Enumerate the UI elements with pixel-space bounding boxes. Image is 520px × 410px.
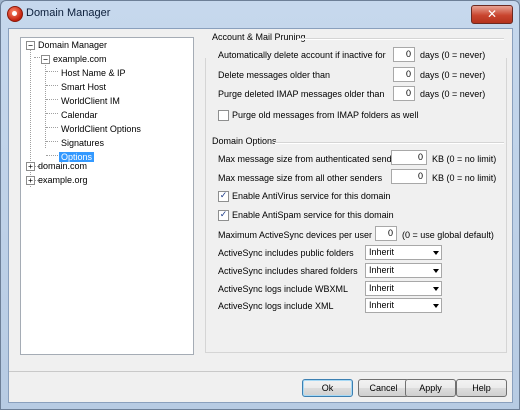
tree-root-toggle[interactable]: −	[26, 41, 35, 50]
chevron-down-icon	[433, 287, 439, 291]
delete-messages-unit: days (0 = never)	[420, 70, 486, 80]
purge-imap-days-input[interactable]: 0	[393, 86, 415, 101]
max-size-auth-input[interactable]: 0	[391, 150, 427, 165]
max-size-auth-unit: KB (0 = no limit)	[432, 154, 497, 164]
logs-wbxml-value: Inherit	[369, 283, 395, 293]
chevron-down-icon	[433, 269, 439, 273]
tree-item-worldclient-options[interactable]: WorldClient Options	[61, 123, 141, 136]
tree-item-example-org[interactable]: example.org	[38, 174, 88, 187]
inactive-account-label: Automatically delete account if inactive…	[218, 50, 386, 60]
purge-imap-folders-checkbox[interactable]	[218, 110, 229, 121]
max-size-other-label: Max message size from all other senders	[218, 173, 383, 183]
domain-options-group-title: Domain Options	[212, 136, 277, 146]
delete-messages-label: Delete messages older than	[218, 70, 331, 80]
tree-toggle-example-com[interactable]: −	[41, 55, 50, 64]
shared-folders-select[interactable]: Inherit	[365, 263, 442, 278]
chevron-down-icon	[433, 251, 439, 255]
public-folders-select[interactable]: Inherit	[365, 245, 442, 260]
delete-messages-days-input[interactable]: 0	[393, 67, 415, 82]
button-separator	[9, 371, 512, 372]
ok-button[interactable]: Ok	[302, 379, 353, 397]
inactive-days-input[interactable]: 0	[393, 47, 415, 62]
domain-manager-window: Domain Manager ✕ − Domain Manager − exam…	[0, 0, 520, 410]
max-devices-label: Maximum ActiveSync devices per user	[218, 230, 373, 240]
mdaemon-app-icon	[7, 6, 23, 22]
antivirus-checkbox[interactable]: ✓	[218, 191, 229, 202]
max-size-auth-label: Max message size from authenticated send…	[218, 154, 405, 164]
public-folders-label: ActiveSync includes public folders	[218, 248, 354, 258]
domain-tree[interactable]: − Domain Manager − example.com Host Name…	[20, 37, 194, 355]
chevron-down-icon	[433, 304, 439, 308]
title-bar[interactable]: Domain Manager ✕	[1, 1, 519, 27]
tree-toggle-domain-com[interactable]: +	[26, 162, 35, 171]
close-button[interactable]: ✕	[471, 5, 513, 24]
apply-button[interactable]: Apply	[405, 379, 456, 397]
max-devices-input[interactable]: 0	[375, 226, 397, 241]
cancel-button[interactable]: Cancel	[358, 379, 409, 397]
max-devices-unit: (0 = use global default)	[402, 230, 494, 240]
purge-imap-folders-label[interactable]: Purge old messages from IMAP folders as …	[232, 110, 418, 120]
tree-item-host-name-ip[interactable]: Host Name & IP	[61, 67, 126, 80]
shared-folders-value: Inherit	[369, 265, 395, 275]
tree-toggle-example-org[interactable]: +	[26, 176, 35, 185]
logs-xml-value: Inherit	[369, 300, 395, 310]
tree-item-worldclient-im[interactable]: WorldClient IM	[61, 95, 120, 108]
logs-xml-label: ActiveSync logs include XML	[218, 301, 334, 311]
inactive-days-unit: days (0 = never)	[420, 50, 486, 60]
tree-item-domain-com[interactable]: domain.com	[38, 160, 87, 173]
tree-item-signatures[interactable]: Signatures	[61, 137, 104, 150]
window-title: Domain Manager	[26, 7, 111, 19]
tree-item-calendar[interactable]: Calendar	[61, 109, 98, 122]
tree-root-domain-manager[interactable]: Domain Manager	[38, 39, 107, 52]
logs-xml-select[interactable]: Inherit	[365, 298, 442, 313]
logs-wbxml-select[interactable]: Inherit	[365, 281, 442, 296]
max-size-other-unit: KB (0 = no limit)	[432, 173, 497, 183]
tree-item-example-com[interactable]: example.com	[53, 53, 107, 66]
dialog-client-area: − Domain Manager − example.com Host Name…	[8, 28, 513, 403]
pruning-group-title: Account & Mail Pruning	[212, 32, 306, 42]
shared-folders-label: ActiveSync includes shared folders	[218, 266, 358, 276]
help-button[interactable]: Help	[456, 379, 507, 397]
antivirus-label[interactable]: Enable AntiVirus service for this domain	[232, 191, 390, 201]
antispam-checkbox[interactable]: ✓	[218, 210, 229, 221]
antispam-label[interactable]: Enable AntiSpam service for this domain	[232, 210, 394, 220]
purge-imap-days-unit: days (0 = never)	[420, 89, 486, 99]
purge-imap-days-label: Purge deleted IMAP messages older than	[218, 89, 385, 99]
tree-item-smart-host[interactable]: Smart Host	[61, 81, 106, 94]
public-folders-value: Inherit	[369, 247, 395, 257]
logs-wbxml-label: ActiveSync logs include WBXML	[218, 284, 349, 294]
max-size-other-input[interactable]: 0	[391, 169, 427, 184]
